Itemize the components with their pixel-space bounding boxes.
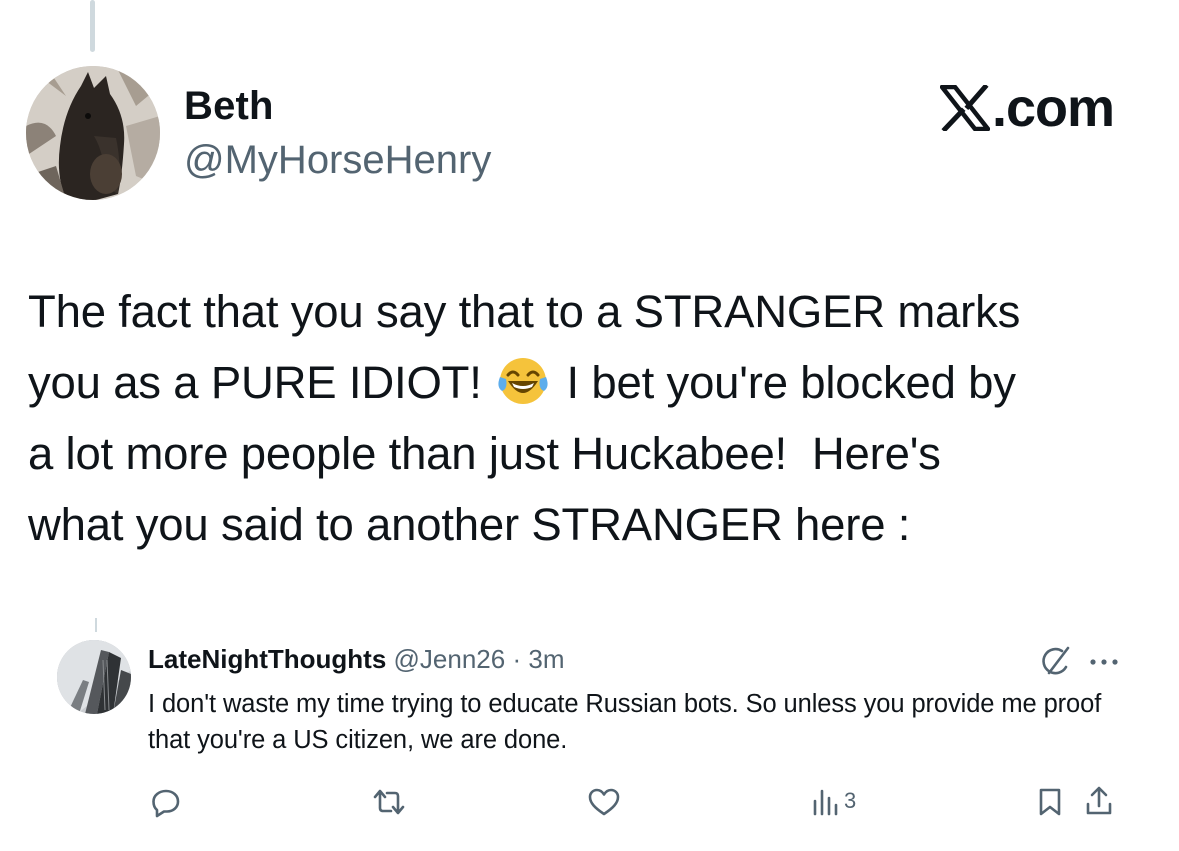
grok-icon[interactable] xyxy=(1040,645,1072,677)
avatar[interactable] xyxy=(26,66,160,200)
quoted-header: LateNightThoughts @Jenn26 · 3m xyxy=(148,644,565,675)
more-icon[interactable] xyxy=(1087,655,1121,669)
x-logo-icon xyxy=(940,85,990,131)
quoted-tweet-text: I don't waste my time trying to educate … xyxy=(148,690,1102,754)
thread-line xyxy=(90,0,95,52)
horse-avatar-image xyxy=(26,66,160,200)
separator-dot: · xyxy=(512,644,522,674)
quoted-avatar[interactable] xyxy=(57,640,131,714)
quoted-display-name[interactable]: LateNightThoughts xyxy=(148,644,386,674)
display-name[interactable]: Beth xyxy=(184,84,274,129)
repost-icon xyxy=(373,789,405,815)
x-brand-logo: .com xyxy=(940,78,1115,138)
repost-button[interactable] xyxy=(371,786,407,818)
user-handle[interactable]: @MyHorseHenry xyxy=(184,138,491,183)
like-icon xyxy=(588,788,620,816)
building-avatar-image xyxy=(57,640,131,714)
like-button[interactable] xyxy=(587,786,621,818)
reply-button[interactable] xyxy=(150,786,182,818)
quoted-handle[interactable]: @Jenn26 xyxy=(394,644,506,674)
brand-domain: .com xyxy=(992,78,1115,138)
views-icon xyxy=(813,789,838,816)
quoted-timestamp[interactable]: 3m xyxy=(528,644,564,674)
share-button[interactable] xyxy=(1084,784,1114,818)
views-button[interactable]: 3 xyxy=(812,786,856,816)
share-icon xyxy=(1086,786,1112,815)
quoted-thread-line xyxy=(95,618,97,632)
bookmark-button[interactable] xyxy=(1036,786,1064,818)
views-count: 3 xyxy=(844,788,857,813)
laughing-crying-emoji-icon xyxy=(496,353,550,407)
tweet-text: The fact that you say that to a STRANGER… xyxy=(28,276,1163,560)
bookmark-icon xyxy=(1039,788,1061,816)
reply-icon xyxy=(152,789,180,818)
